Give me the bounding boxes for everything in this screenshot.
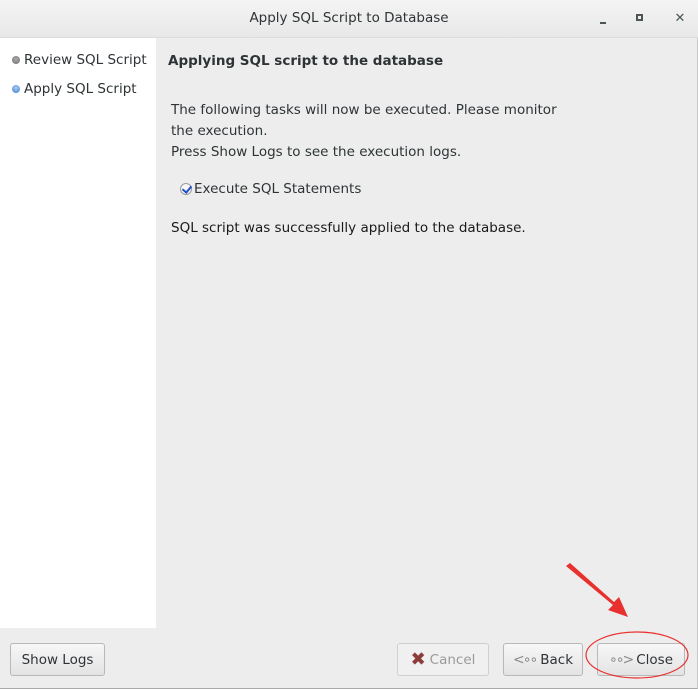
bullet-blue-icon (12, 85, 20, 93)
maximize-button[interactable] (630, 9, 650, 29)
checkmark-icon (180, 183, 192, 195)
bullet-gray-icon (12, 56, 20, 64)
instruction-line: Press Show Logs to see the execution log… (171, 144, 462, 160)
cancel-label: Cancel (429, 651, 476, 668)
step-label: Review SQL Script (24, 52, 147, 68)
close-button[interactable]: ∘∘> Close (597, 643, 685, 676)
task-execute-sql-statements: Execute SQL Statements (180, 181, 361, 197)
back-label: Back (540, 651, 574, 668)
title-bar: Apply SQL Script to Database ✕ (0, 0, 698, 38)
back-button[interactable]: <∘∘ Back (503, 643, 583, 676)
step-label: Apply SQL Script (24, 81, 137, 97)
step-review-sql-script: Review SQL Script (12, 52, 147, 68)
minimize-button[interactable] (592, 9, 612, 29)
apply-sql-dialog: Apply SQL Script to Database ✕ Review SQ… (0, 0, 698, 689)
wizard-steps-sidebar: Review SQL Script Apply SQL Script (0, 38, 156, 628)
close-label: Close (636, 651, 674, 668)
instruction-line: The following tasks will now be executed… (171, 102, 557, 118)
page-title: Applying SQL script to the database (168, 53, 444, 69)
back-arrow-icon: <∘∘ (512, 651, 538, 668)
cancel-x-icon: ✖ (410, 648, 426, 670)
wizard-content: Applying SQL script to the database The … (156, 38, 698, 628)
forward-arrow-icon: ∘∘> (608, 651, 634, 668)
show-logs-button[interactable]: Show Logs (10, 643, 105, 676)
show-logs-label: Show Logs (21, 651, 94, 668)
instruction-line: the execution. (171, 123, 268, 139)
instructions-text: The following tasks will now be executed… (171, 100, 557, 163)
cancel-button[interactable]: ✖ Cancel (397, 643, 489, 676)
task-label: Execute SQL Statements (194, 181, 362, 197)
window-close-button[interactable]: ✕ (670, 9, 690, 29)
result-message: SQL script was successfully applied to t… (171, 220, 526, 236)
step-apply-sql-script: Apply SQL Script (12, 81, 137, 97)
